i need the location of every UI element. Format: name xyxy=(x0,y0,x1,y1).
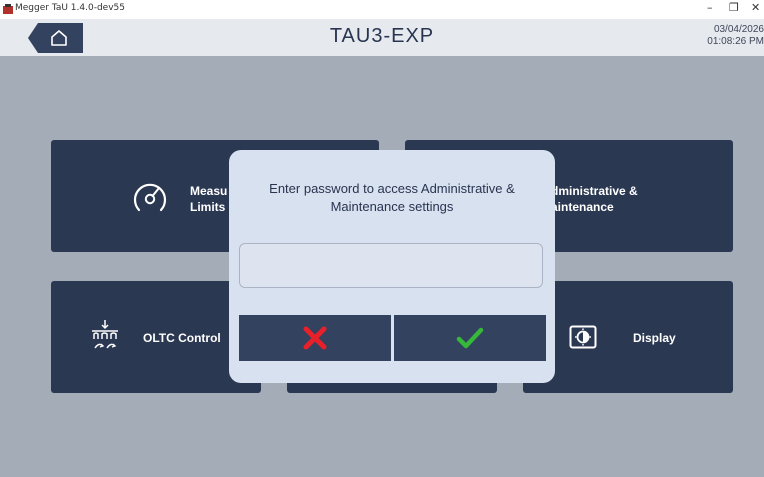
window-titlebar: Megger TaU 1.4.0-dev55 – ❐ ✕ xyxy=(0,0,764,19)
page-title: TAU3-EXP xyxy=(329,25,435,47)
close-icon xyxy=(303,326,327,350)
tile-label: OLTC Control xyxy=(143,331,221,345)
restore-button[interactable]: ❐ xyxy=(729,1,739,14)
close-window-button[interactable]: ✕ xyxy=(751,1,760,14)
cancel-button[interactable] xyxy=(239,315,391,361)
datetime: 03/04/2026 01:08:26 PM xyxy=(674,24,764,48)
app-icon xyxy=(3,4,13,14)
display-icon xyxy=(569,325,597,349)
oltc-icon xyxy=(92,320,118,349)
tile-label: Measu Limits xyxy=(190,184,228,214)
password-dialog: Enter password to access Administrative … xyxy=(229,150,555,383)
confirm-button[interactable] xyxy=(394,315,546,361)
password-input[interactable] xyxy=(239,243,543,288)
minimize-button[interactable]: – xyxy=(707,1,713,14)
tile-label: Display xyxy=(633,331,676,345)
time-text: 01:08:26 PM xyxy=(707,36,764,47)
gauge-icon xyxy=(133,183,167,212)
tile-label: dministrative & aintenance xyxy=(551,184,638,214)
dialog-prompt: Enter password to access Administrative … xyxy=(269,181,515,214)
date-text: 03/04/2026 xyxy=(713,24,764,35)
window-title: Megger TaU 1.4.0-dev55 xyxy=(15,3,125,13)
check-icon xyxy=(456,327,484,349)
